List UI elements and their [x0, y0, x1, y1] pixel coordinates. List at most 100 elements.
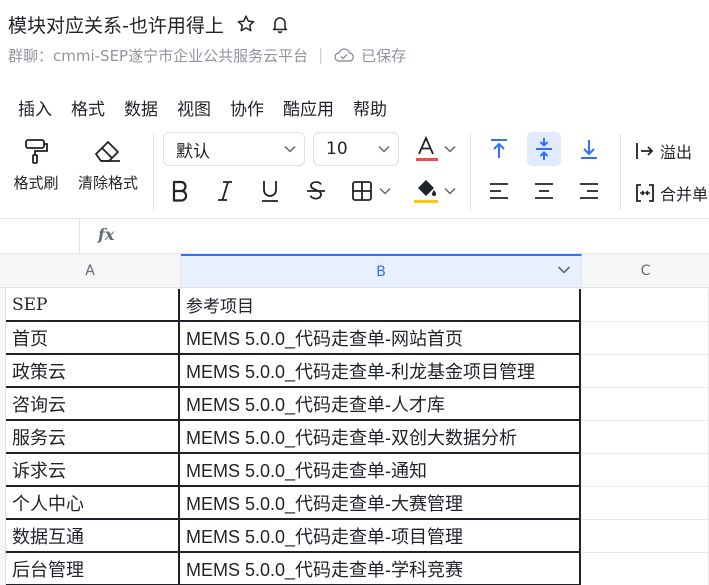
menu-help[interactable]: 帮助: [353, 95, 387, 120]
bell-icon[interactable]: [268, 12, 292, 36]
chevron-down-icon: [379, 187, 391, 195]
menu-data[interactable]: 数据: [124, 95, 158, 120]
bold-button[interactable]: [163, 174, 197, 208]
strikethrough-button[interactable]: [299, 174, 333, 208]
cell-a[interactable]: SEP: [6, 289, 180, 322]
formula-bar: fx: [0, 218, 709, 254]
align-bottom-icon: [581, 140, 597, 159]
cloud-check-icon: [334, 48, 355, 62]
menu-format[interactable]: 格式: [71, 95, 105, 120]
paint-bucket-icon: [414, 180, 438, 203]
align-bottom-button[interactable]: [572, 132, 606, 166]
format-painter-button[interactable]: 格式刷: [8, 136, 64, 193]
cell-c[interactable]: [581, 322, 709, 355]
toolbar-divider: [470, 134, 471, 210]
cell-a[interactable]: 咨询云: [6, 388, 180, 421]
cell-c[interactable]: [581, 289, 709, 322]
menu-collaborate[interactable]: 协作: [230, 95, 264, 120]
cell-b[interactable]: MEMS 5.0.0_代码走查单-利龙基金项目管理: [180, 355, 581, 388]
menu-bar: 插入 格式 数据 视图 协作 酷应用 帮助: [0, 82, 709, 132]
cell-c[interactable]: [581, 520, 709, 553]
strikethrough-icon: [307, 181, 325, 200]
cell-b[interactable]: MEMS 5.0.0_代码走查单-双创大数据分析: [180, 421, 581, 454]
bold-icon: [172, 180, 188, 202]
text-overflow-icon: [636, 143, 654, 159]
cell-c[interactable]: [581, 553, 709, 585]
cell-a[interactable]: 政策云: [6, 355, 180, 388]
align-center-icon: [535, 183, 553, 199]
group-chat-link[interactable]: 群聊：cmmi-SEP遂宁市企业公共服务云平台: [8, 45, 308, 66]
italic-button[interactable]: [208, 174, 242, 208]
cell-b[interactable]: MEMS 5.0.0_代码走查单-大赛管理: [180, 487, 581, 520]
clear-format-button[interactable]: 清除格式: [70, 136, 146, 193]
cell-b[interactable]: MEMS 5.0.0_代码走查单-通知: [180, 454, 581, 487]
align-right-button[interactable]: [572, 174, 606, 208]
cell-a[interactable]: 数据互通: [6, 520, 180, 553]
cell-c[interactable]: [581, 388, 709, 421]
clear-format-label: 清除格式: [77, 174, 138, 192]
cell-c[interactable]: [581, 421, 709, 454]
paint-roller-icon: [25, 139, 48, 164]
underline-button[interactable]: [253, 174, 287, 208]
cell-a[interactable]: 后台管理: [6, 553, 180, 585]
border-grid-icon: [352, 181, 372, 201]
star-icon[interactable]: [234, 12, 258, 36]
cell-a[interactable]: 诉求云: [6, 454, 180, 487]
cell-c[interactable]: [581, 454, 709, 487]
merge-cells-icon: [636, 184, 654, 202]
cell-a[interactable]: 个人中心: [6, 487, 180, 520]
cell-b[interactable]: MEMS 5.0.0_代码走查单-网站首页: [180, 322, 581, 355]
subtitle-row: 群聊：cmmi-SEP遂宁市企业公共服务云平台 | 已保存: [8, 42, 406, 68]
cell-a[interactable]: 服务云: [6, 421, 180, 454]
toolbar: 格式刷 清除格式 默认 10 溢出 合并单: [0, 126, 709, 214]
toolbar-divider: [620, 134, 621, 210]
cell-b[interactable]: 参考项目: [180, 289, 581, 322]
subtitle-separator: |: [318, 46, 324, 64]
align-middle-icon: [536, 138, 552, 160]
cell-c[interactable]: [581, 355, 709, 388]
font-color-button[interactable]: [408, 132, 462, 166]
column-header-b[interactable]: B: [181, 254, 582, 288]
cell-b[interactable]: MEMS 5.0.0_代码走查单-人才库: [180, 388, 581, 421]
fx-icon: fx: [98, 225, 115, 244]
align-left-button[interactable]: [482, 174, 516, 208]
column-header-c[interactable]: C: [582, 254, 709, 288]
underline-icon: [262, 181, 278, 202]
save-status: 已保存: [333, 45, 406, 66]
toolbar-divider: [153, 134, 154, 210]
cell-b[interactable]: MEMS 5.0.0_代码走查单-项目管理: [180, 520, 581, 553]
column-header-b-label: B: [376, 263, 386, 280]
document-title[interactable]: 模块对应关系-也许用得上: [8, 11, 224, 38]
menu-insert[interactable]: 插入: [18, 95, 52, 120]
italic-icon: [218, 181, 232, 201]
chevron-down-icon[interactable]: [557, 265, 571, 275]
menu-cool-apps[interactable]: 酷应用: [283, 95, 334, 120]
borders-button[interactable]: [344, 174, 398, 208]
font-family-value: 默认: [176, 141, 210, 162]
overflow-button[interactable]: 溢出: [634, 139, 692, 163]
cell-c[interactable]: [581, 487, 709, 520]
align-center-button[interactable]: [527, 174, 561, 208]
merge-cells-label: 合并单: [660, 185, 709, 204]
title-row: 模块对应关系-也许用得上: [8, 8, 292, 40]
chevron-down-icon: [444, 145, 456, 153]
align-top-button[interactable]: [482, 132, 516, 166]
name-box[interactable]: [0, 219, 80, 253]
merge-cells-button[interactable]: 合并单: [634, 181, 708, 205]
column-header-a[interactable]: A: [0, 254, 181, 288]
font-size-select[interactable]: 10: [313, 132, 399, 166]
chevron-down-icon: [378, 145, 390, 153]
align-left-icon: [490, 183, 508, 199]
align-top-icon: [491, 139, 507, 158]
cell-b[interactable]: MEMS 5.0.0_代码走查单-学科竞赛: [180, 553, 581, 585]
format-painter-label: 格式刷: [13, 174, 59, 192]
font-family-select[interactable]: 默认: [163, 132, 305, 166]
align-middle-button[interactable]: [527, 132, 561, 166]
spreadsheet-grid: A B C SEP 参考项目 首页 MEMS 5.0.0_代码走查单-网站首页 …: [0, 254, 709, 585]
align-right-icon: [580, 183, 598, 199]
saved-label: 已保存: [361, 46, 407, 65]
cell-a[interactable]: 首页: [6, 322, 180, 355]
font-color-icon: [416, 135, 438, 161]
menu-view[interactable]: 视图: [177, 95, 211, 120]
fill-color-button[interactable]: [406, 174, 462, 208]
